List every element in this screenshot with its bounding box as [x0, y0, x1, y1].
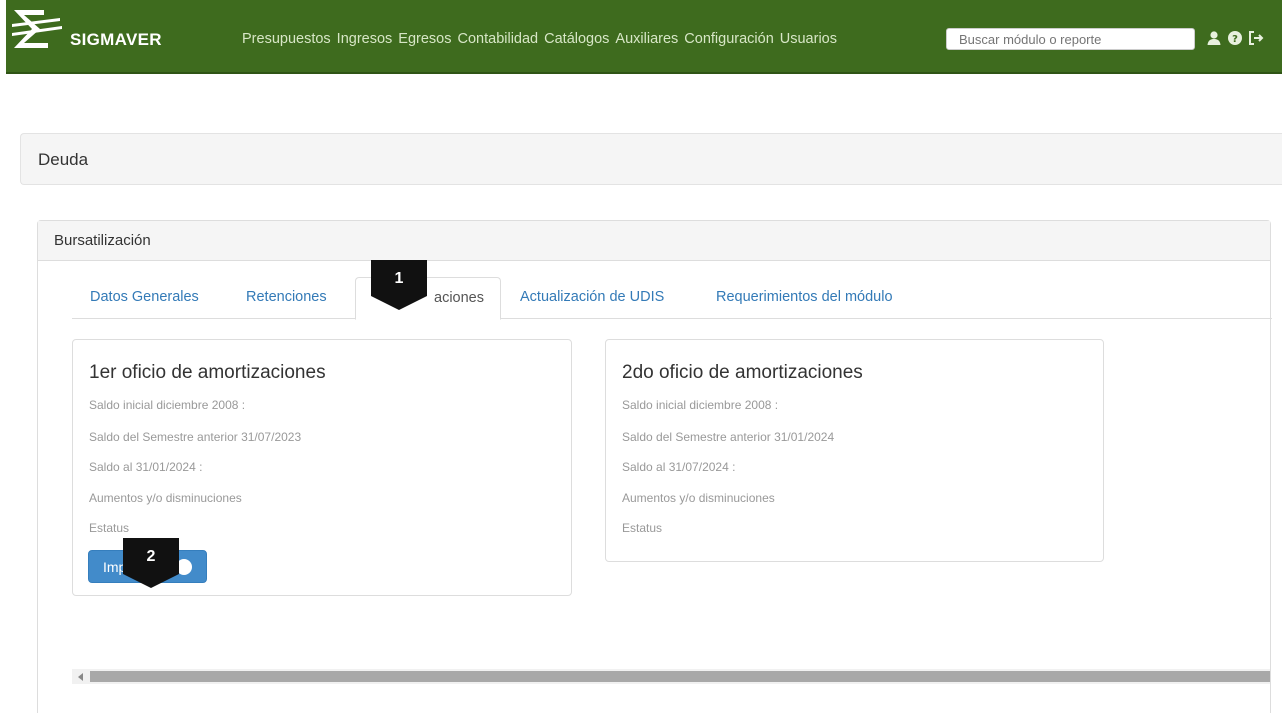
step-marker-1: 1	[371, 260, 427, 312]
user-icon[interactable]	[1206, 30, 1222, 46]
saldo-al-label: Saldo al 31/07/2024 :	[622, 460, 736, 474]
card-title: 1er oficio de amortizaciones	[89, 362, 326, 383]
saldo-inicial-label: Saldo inicial diciembre 2008 :	[622, 398, 779, 412]
saldo-al-label: Saldo al 31/01/2024 :	[89, 460, 203, 474]
menu-item-contabilidad[interactable]: Contabilidad	[458, 31, 539, 47]
saldo-semestre-anterior-label: Saldo del Semestre anterior 31/07/2023	[89, 430, 302, 444]
menu-item-auxiliares[interactable]: Auxiliares	[615, 31, 678, 47]
brand-name[interactable]: SIGMAVER	[70, 30, 162, 50]
help-icon[interactable]: ?	[1227, 30, 1243, 46]
navbar-icons: ?	[1206, 30, 1264, 46]
tab-requerimientos-modulo[interactable]: Requerimientos del módulo	[716, 277, 893, 319]
menu-item-usuarios[interactable]: Usuarios	[780, 31, 837, 47]
top-navbar: SIGMAVER Presupuestos Ingresos Egresos C…	[6, 0, 1282, 74]
menu-item-presupuestos[interactable]: Presupuestos	[242, 31, 331, 47]
estatus-label: Estatus	[89, 521, 130, 535]
tab-bar: Datos Generales Retenciones aciones Actu…	[72, 277, 1272, 320]
menu-item-egresos[interactable]: Egresos	[398, 31, 451, 47]
estatus-label: Estatus	[622, 521, 663, 535]
tab-actualizacion-udis[interactable]: Actualización de UDIS	[520, 277, 664, 319]
logout-icon[interactable]	[1248, 30, 1264, 46]
menu-item-ingresos[interactable]: Ingresos	[337, 31, 393, 47]
scroll-left-arrow-icon[interactable]	[72, 669, 89, 684]
main-menu: Presupuestos Ingresos Egresos Contabilid…	[242, 31, 843, 47]
menu-item-configuracion[interactable]: Configuración	[684, 31, 773, 47]
module-search-input[interactable]	[946, 28, 1195, 50]
scrollbar-thumb[interactable]	[90, 671, 1270, 682]
bursatilizacion-panel: Bursatilización Datos Generales Retencio…	[37, 220, 1272, 713]
horizontal-scrollbar[interactable]	[72, 669, 1270, 684]
step-marker-1-label: 1	[394, 270, 404, 287]
tab-datos-generales[interactable]: Datos Generales	[90, 277, 199, 319]
aumentos-disminuciones-label: Aumentos y/o disminuciones	[622, 491, 775, 505]
svg-text:?: ?	[1232, 34, 1238, 45]
saldo-inicial-label: Saldo inicial diciembre 2008 :	[89, 398, 246, 412]
aumentos-disminuciones-label: Aumentos y/o disminuciones	[89, 491, 242, 505]
tab-amortizaciones-label: aciones	[434, 290, 484, 306]
page-title: Deuda	[38, 150, 89, 169]
menu-item-catalogos[interactable]: Catálogos	[544, 31, 609, 47]
step-marker-2-label: 2	[146, 548, 156, 565]
tab-retenciones[interactable]: Retenciones	[246, 277, 327, 319]
sigmaver-logo-icon[interactable]	[10, 6, 64, 52]
panel-title: Bursatilización	[38, 221, 1270, 261]
saldo-semestre-anterior-label: Saldo del Semestre anterior 31/01/2024	[622, 430, 835, 444]
page-header: Deuda	[20, 133, 1282, 185]
card-title: 2do oficio de amortizaciones	[622, 362, 863, 383]
step-marker-2: 2	[123, 538, 179, 590]
oficio-card-2: 2do oficio de amortizaciones Saldo inici…	[605, 339, 1104, 562]
